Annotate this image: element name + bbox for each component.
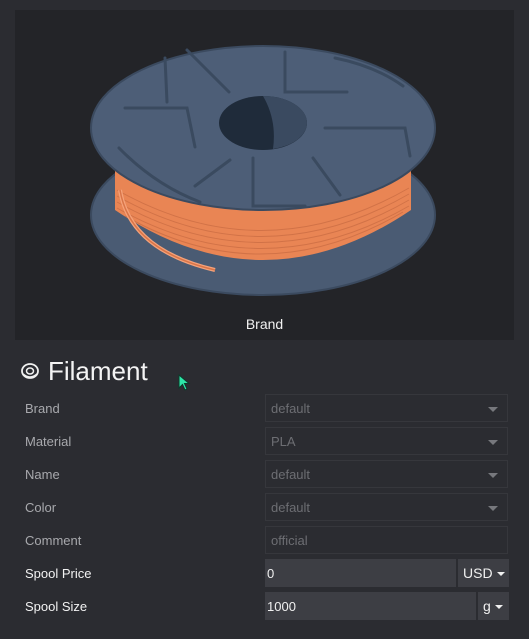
- currency-dropdown-button[interactable]: USD: [456, 559, 509, 587]
- row-material: Material PLA: [0, 427, 529, 457]
- chevron-down-icon: [488, 473, 498, 478]
- row-name: Name default: [0, 460, 529, 490]
- caret-down-icon: [494, 605, 503, 609]
- caret-down-icon: [496, 572, 505, 576]
- chevron-down-icon: [488, 440, 498, 445]
- filament-spool-icon: [21, 363, 39, 379]
- color-value: default: [271, 499, 311, 515]
- spool-size-input[interactable]: 1000: [265, 592, 476, 620]
- comment-value: official: [271, 532, 308, 548]
- spool-price-value: 0: [267, 565, 275, 581]
- comment-label: Comment: [25, 533, 82, 548]
- name-select[interactable]: default: [265, 460, 508, 488]
- color-label: Color: [25, 500, 57, 515]
- material-select[interactable]: PLA: [265, 427, 508, 455]
- spool-price-input[interactable]: 0: [265, 559, 456, 587]
- material-value: PLA: [271, 433, 296, 449]
- mouse-pointer-icon: [178, 374, 191, 391]
- section-header: Filament: [20, 356, 148, 386]
- currency-value: USD: [463, 565, 493, 581]
- spool-size-label: Spool Size: [25, 599, 88, 614]
- row-spool-size: Spool Size 1000 g: [0, 592, 529, 622]
- brand-value: default: [271, 400, 311, 416]
- color-select[interactable]: default: [265, 493, 508, 521]
- chevron-down-icon: [488, 407, 498, 412]
- row-brand: Brand default: [0, 394, 529, 424]
- weight-unit-value: g: [483, 598, 491, 614]
- weight-unit-dropdown-button[interactable]: g: [476, 592, 509, 620]
- spool-size-value: 1000: [267, 598, 296, 614]
- name-label: Name: [25, 467, 60, 482]
- section-title: Filament: [48, 355, 148, 386]
- name-value: default: [271, 466, 311, 482]
- comment-field[interactable]: official: [265, 526, 508, 554]
- spool-preview-panel: Brand: [15, 10, 514, 340]
- row-spool-price: Spool Price 0 USD: [0, 559, 529, 589]
- preview-caption: Brand: [245, 316, 284, 332]
- row-color: Color default: [0, 493, 529, 523]
- row-comment: Comment official: [0, 526, 529, 556]
- spool-3d-image: [90, 45, 436, 296]
- brand-select[interactable]: default: [265, 394, 508, 422]
- chevron-down-icon: [488, 506, 498, 511]
- material-label: Material: [25, 434, 72, 449]
- spool-price-label: Spool Price: [25, 566, 92, 581]
- brand-label: Brand: [25, 401, 60, 416]
